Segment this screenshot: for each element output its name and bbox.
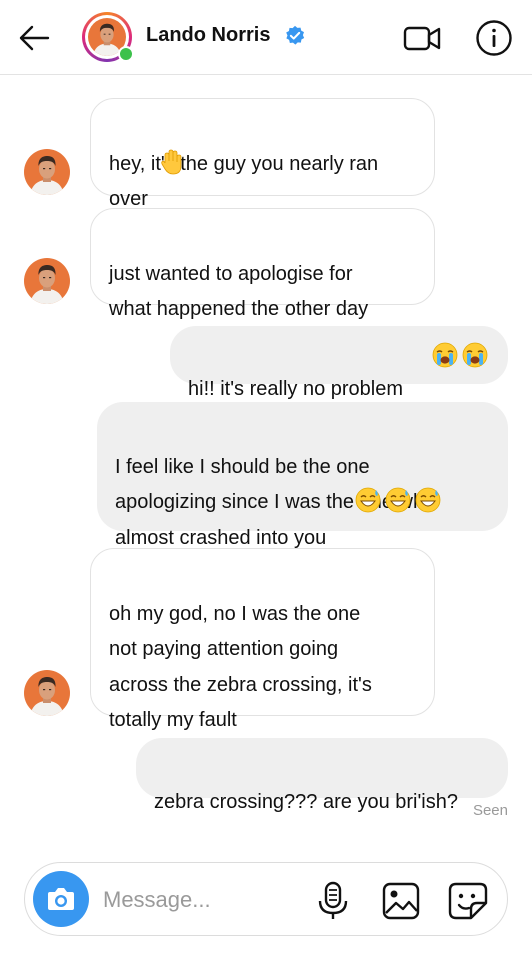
camera-icon [48, 888, 74, 910]
raised-hand-emoji [159, 149, 185, 175]
camera-button[interactable] [33, 871, 89, 927]
message-text: oh my god, no I was the one not paying a… [109, 602, 372, 732]
chat-header: Lando Norris [0, 0, 532, 75]
header-avatar[interactable] [82, 12, 134, 62]
microphone-icon[interactable] [315, 881, 351, 921]
message-bubble-incoming[interactable]: oh my god, no I was the one not paying a… [90, 548, 435, 731]
seen-status: Seen [472, 802, 508, 819]
message-text: just wanted to apologise for what happen… [109, 262, 369, 321]
avatar[interactable] [24, 670, 70, 716]
message-bubble-incoming[interactable]: hey, it's the guy you nearly ran over [90, 98, 435, 210]
verified-badge-icon [286, 25, 305, 45]
grinning-sweat-emoji [355, 487, 381, 513]
message-bubble-outgoing[interactable]: zebra crossing??? are you bri'ish? [136, 738, 508, 813]
info-icon[interactable] [474, 18, 514, 58]
avatar[interactable] [24, 258, 70, 304]
message-text: hi!! it's really no problem [188, 377, 404, 400]
message-composer [24, 862, 508, 936]
loudly-crying-emoji [462, 342, 488, 368]
gallery-icon[interactable] [381, 881, 421, 921]
message-bubble-outgoing[interactable]: I feel like I should be the one apologiz… [97, 402, 508, 549]
online-status-dot [118, 46, 134, 62]
grinning-sweat-emoji [385, 487, 411, 513]
back-arrow-icon[interactable] [14, 18, 54, 58]
contact-name[interactable]: Lando Norris [146, 24, 270, 47]
message-bubble-outgoing[interactable]: hi!! it's really no problem [170, 326, 508, 400]
message-text: hey, it's the guy you nearly ran over [109, 152, 379, 211]
sticker-icon[interactable] [447, 881, 489, 921]
avatar[interactable] [24, 149, 70, 195]
message-input[interactable] [101, 881, 305, 919]
grinning-sweat-emoji [415, 487, 441, 513]
loudly-crying-emoji [432, 342, 458, 368]
video-call-icon[interactable] [402, 18, 442, 58]
message-text: zebra crossing??? are you bri'ish? [154, 790, 458, 813]
message-bubble-incoming[interactable]: just wanted to apologise for what happen… [90, 208, 435, 320]
